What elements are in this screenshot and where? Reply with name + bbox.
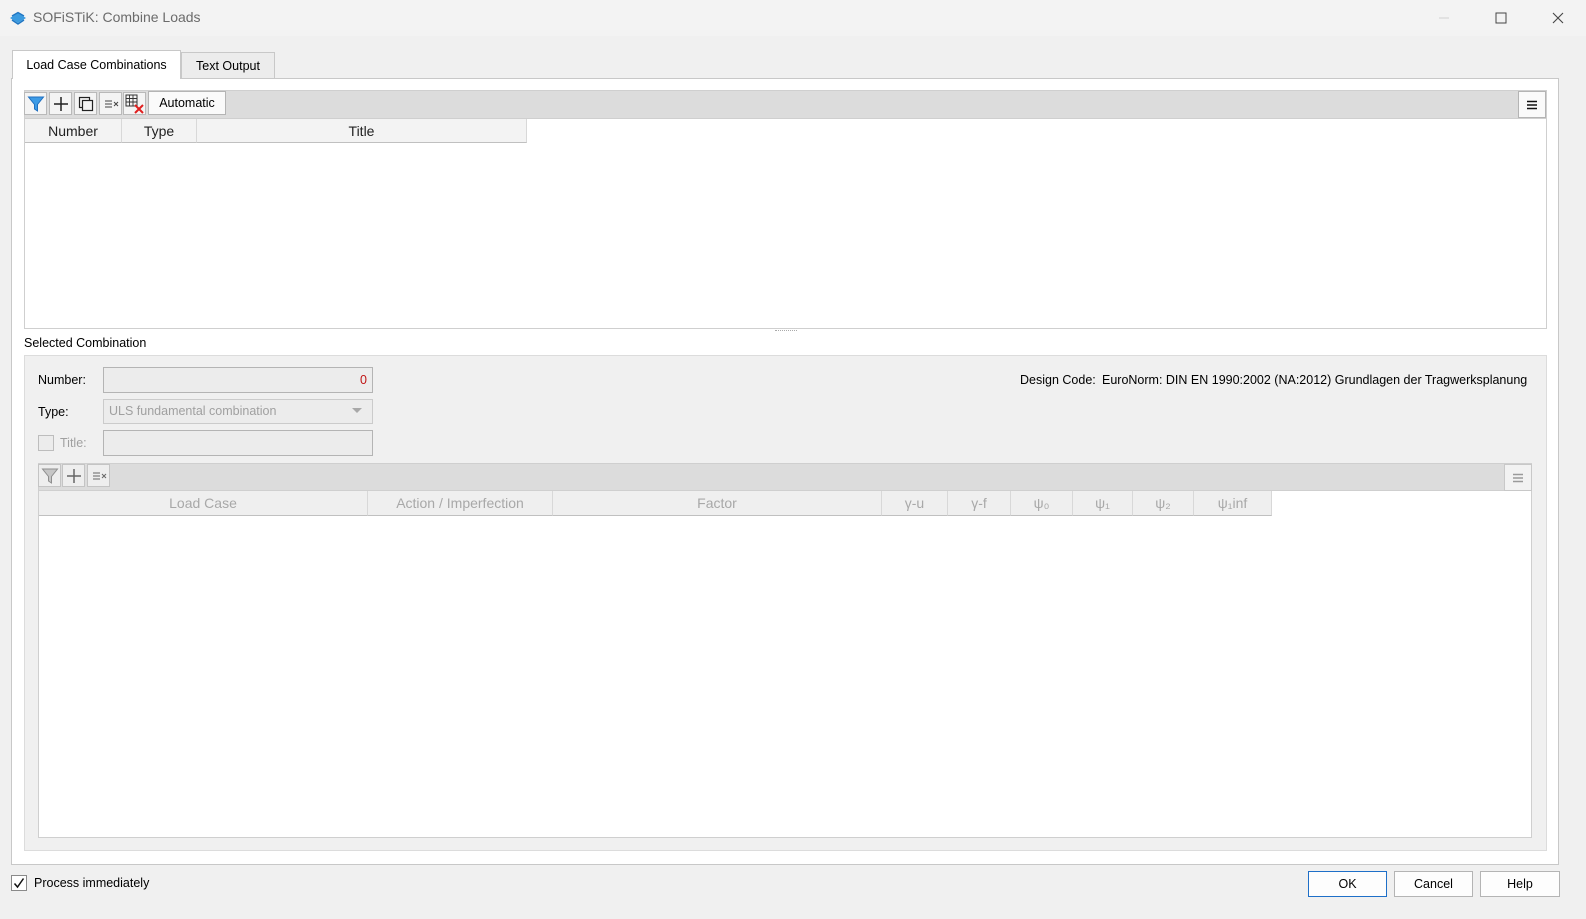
filter-button[interactable] (24, 92, 47, 115)
delete-table-icon (125, 94, 144, 114)
ok-button[interactable]: OK (1308, 871, 1387, 897)
column-header-psi-0[interactable]: ψ₀ (1011, 491, 1073, 516)
column-header-action-imperfection[interactable]: Action / Imperfection (368, 491, 553, 516)
column-header-psi-2[interactable]: ψ₂ (1133, 491, 1194, 516)
splitter-handle[interactable] (775, 330, 797, 333)
clear-icon (104, 100, 118, 107)
title-field[interactable] (103, 430, 373, 456)
title-label: Title: (60, 436, 87, 450)
help-button[interactable]: Help (1480, 871, 1560, 897)
tab-load-case-combinations[interactable]: Load Case Combinations (12, 50, 181, 79)
column-header-type[interactable]: Type (122, 119, 197, 143)
type-label: Type: (38, 405, 69, 419)
chevron-down-icon (352, 408, 362, 413)
column-header-factor[interactable]: Factor (553, 491, 882, 516)
selected-combination-heading: Selected Combination (24, 336, 147, 350)
clear-load-case-button[interactable] (87, 464, 110, 487)
add-icon (66, 468, 81, 483)
minimize-icon (1439, 17, 1449, 19)
column-header-load-case[interactable]: Load Case (39, 491, 368, 516)
filter-icon (40, 468, 59, 484)
automatic-button[interactable]: Automatic (148, 91, 226, 115)
column-header-title[interactable]: Title (197, 119, 527, 143)
column-header-gamma-f[interactable]: γ-f (948, 491, 1011, 516)
combinations-toolbar (24, 90, 1547, 119)
combinations-menu-button[interactable] (1518, 91, 1546, 118)
delete-all-combinations-button[interactable] (123, 92, 146, 115)
column-header-gamma-u[interactable]: γ-u (882, 491, 948, 516)
load-case-menu-button[interactable] (1504, 464, 1532, 491)
tab-text-output[interactable]: Text Output (181, 52, 275, 78)
window-title: SOFiSTiK: Combine Loads (33, 9, 201, 25)
checkmark-icon (13, 878, 25, 889)
add-load-case-button[interactable] (62, 464, 85, 487)
load-case-filter-button[interactable] (38, 464, 61, 487)
design-code-label: Design Code: (1020, 373, 1096, 387)
column-header-psi-1[interactable]: ψ₁ (1073, 491, 1133, 516)
design-code-value: EuroNorm: DIN EN 1990:2002 (NA:2012) Gru… (1102, 373, 1528, 387)
load-case-toolbar (38, 463, 1532, 491)
minimize-button[interactable] (1416, 0, 1472, 36)
copy-combination-button[interactable] (74, 92, 97, 115)
combinations-table[interactable] (24, 119, 1547, 329)
hamburger-menu-icon (1513, 473, 1523, 482)
load-case-table[interactable] (38, 491, 1532, 838)
cancel-button[interactable]: Cancel (1394, 871, 1473, 897)
number-field[interactable]: 0 (103, 367, 373, 393)
process-immediately-checkbox[interactable] (11, 875, 27, 891)
maximize-icon (1495, 12, 1507, 24)
number-label: Number: (38, 373, 86, 387)
hamburger-menu-icon (1527, 100, 1537, 109)
add-icon (53, 96, 68, 111)
add-combination-button[interactable] (49, 92, 72, 115)
title-bar (0, 0, 1586, 36)
close-icon (1552, 12, 1564, 24)
process-immediately-label[interactable]: Process immediately (34, 876, 149, 890)
title-checkbox[interactable] (38, 435, 54, 451)
type-select[interactable]: ULS fundamental combination (103, 399, 373, 424)
close-button[interactable] (1530, 0, 1586, 36)
filter-icon (26, 96, 45, 112)
copy-icon (78, 96, 93, 111)
column-header-number[interactable]: Number (25, 119, 122, 143)
sofistik-logo-icon (9, 10, 27, 26)
column-header-psi-1-inf[interactable]: ψ₁inf (1194, 491, 1272, 516)
maximize-button[interactable] (1473, 0, 1529, 36)
clear-icon (92, 472, 106, 479)
clear-combination-button[interactable] (99, 92, 122, 115)
